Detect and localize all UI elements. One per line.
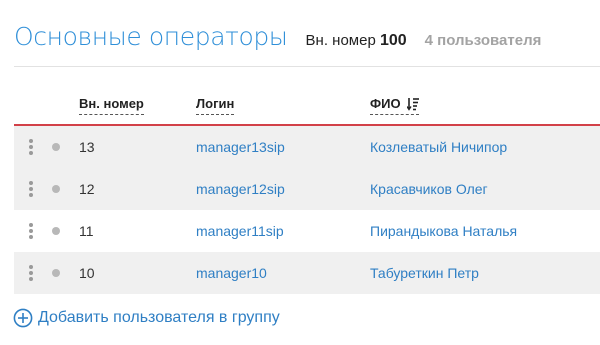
sort-descending-icon[interactable]	[406, 97, 419, 111]
status-dot-icon	[52, 269, 60, 277]
row-fio-link[interactable]: Козлеватый Ничипор	[370, 138, 507, 156]
table-row: 11 manager11sip Пирандыкова Наталья	[14, 210, 600, 252]
column-ext-header[interactable]: Вн. номер	[79, 96, 144, 115]
status-dot-icon	[52, 185, 60, 193]
add-user-button[interactable]: Добавить пользователя в группу	[13, 308, 280, 328]
row-ext: 10	[79, 265, 95, 281]
users-count: 4 пользователя	[424, 32, 542, 49]
group-header: Основные операторы Вн. номер 100 4 польз…	[14, 22, 586, 66]
column-fio-label: ФИО	[370, 96, 401, 111]
row-fio-link[interactable]: Пирандыкова Наталья	[370, 222, 517, 240]
table-row: 13 manager13sip Козлеватый Ничипор	[14, 126, 600, 168]
row-login-link[interactable]: manager12sip	[196, 180, 285, 198]
extension-value: 100	[379, 32, 407, 49]
row-login-link[interactable]: manager11sip	[196, 222, 284, 240]
row-fio-link[interactable]: Табуреткин Петр	[370, 264, 479, 282]
table-row: 12 manager12sip Красавчиков Олег	[14, 168, 600, 210]
row-ext: 12	[79, 181, 95, 197]
users-table-body: 13 manager13sip Козлеватый Ничипор 12 ma…	[14, 126, 600, 294]
page-title: Основные операторы	[14, 22, 288, 51]
add-user-label: Добавить пользователя в группу	[38, 309, 280, 326]
header-divider	[14, 66, 600, 67]
row-login-link[interactable]: manager10	[196, 264, 267, 282]
status-dot-icon	[52, 227, 60, 235]
extension-info: Вн. номер 100	[306, 32, 407, 50]
drag-handle-icon[interactable]	[29, 139, 33, 155]
drag-handle-icon[interactable]	[29, 223, 33, 239]
table-row: 10 manager10 Табуреткин Петр	[14, 252, 600, 294]
extension-label: Вн. номер	[305, 32, 376, 49]
column-fio-header[interactable]: ФИО	[370, 96, 419, 115]
row-ext: 13	[79, 139, 95, 155]
row-login-link[interactable]: manager13sip	[196, 138, 285, 156]
status-dot-icon	[52, 143, 60, 151]
row-fio-link[interactable]: Красавчиков Олег	[370, 180, 488, 198]
table-header: Вн. номер Логин ФИО	[0, 94, 600, 122]
column-login-header[interactable]: Логин	[196, 96, 235, 115]
drag-handle-icon[interactable]	[29, 181, 33, 197]
row-ext: 11	[79, 223, 94, 239]
plus-circle-icon	[13, 308, 33, 328]
drag-handle-icon[interactable]	[29, 265, 33, 281]
